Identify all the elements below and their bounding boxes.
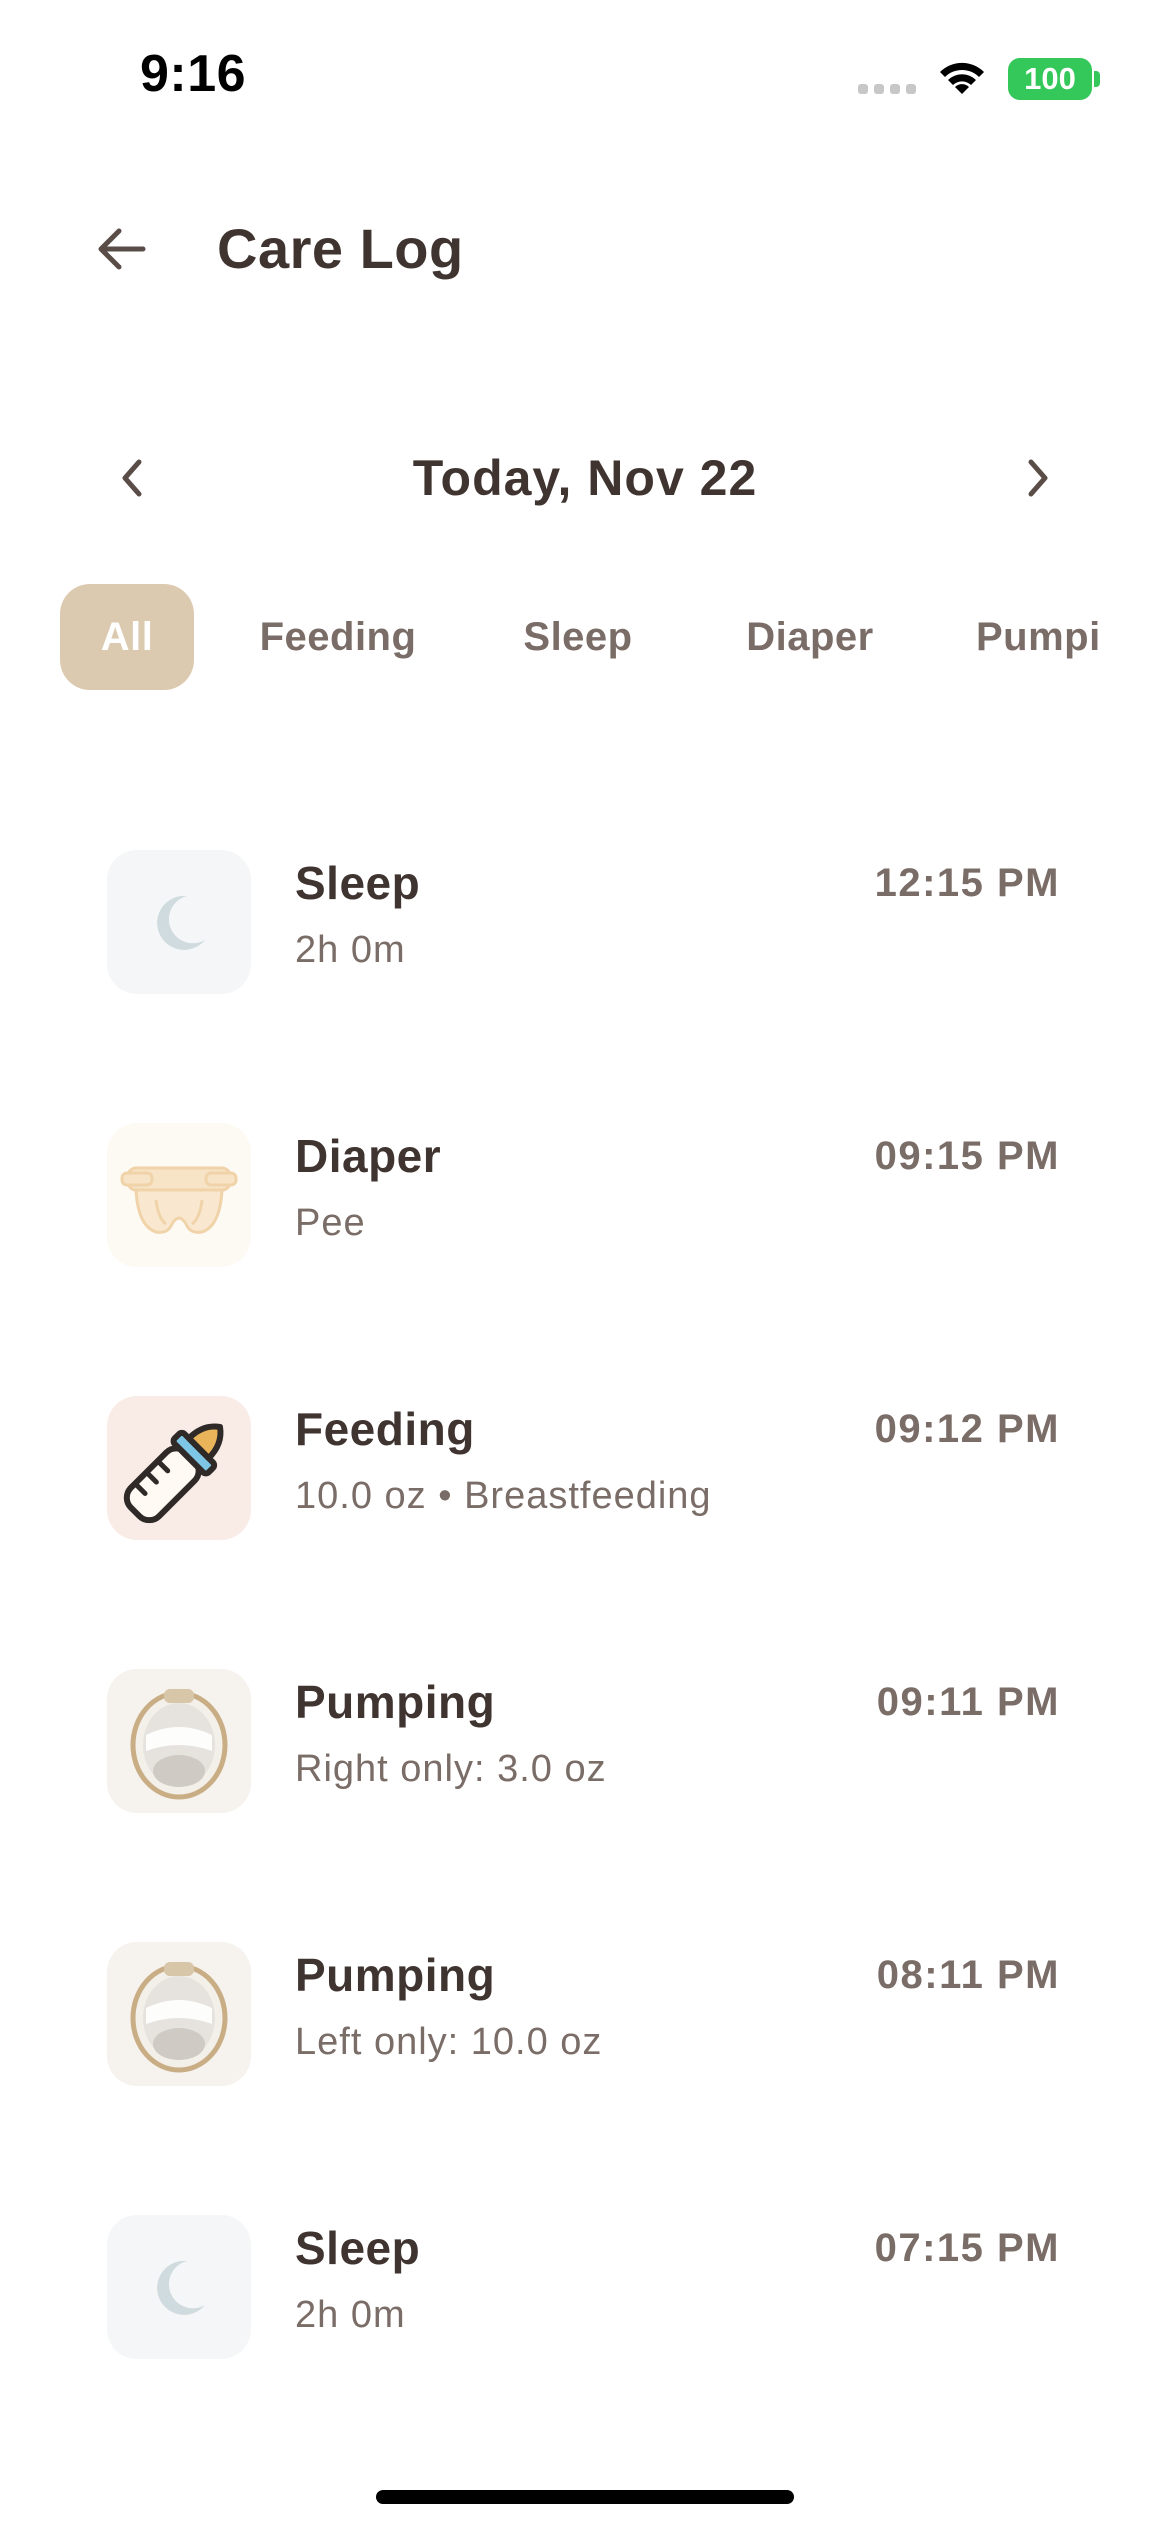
battery-tip [1094,71,1100,87]
log-title: Sleep [295,857,421,909]
filter-tab-diaper[interactable]: Diaper [732,584,888,690]
log-item[interactable]: Diaper Pee 09:15 PM [0,1117,1170,1267]
arrow-left-icon [98,228,146,270]
log-detail: 10.0 oz • Breastfeeding [295,1475,712,1517]
wifi-icon [940,62,984,94]
previous-day-button[interactable] [98,444,166,512]
log-title: Diaper [295,1130,442,1182]
log-detail: Right only: 3.0 oz [295,1748,607,1790]
log-time: 09:12 PM [874,1407,1060,1451]
log-icon-container [107,1669,251,1813]
log-icon-container [107,850,251,994]
date-navigator: Today, Nov 22 [0,440,1170,516]
moon-icon [157,2260,205,2315]
date-label: Today, Nov 22 [412,450,758,506]
breast-pump-icon [130,1689,228,1800]
log-time: 08:11 PM [876,1953,1060,1997]
log-time: 12:15 PM [874,861,1060,905]
chevron-right-icon [1028,459,1048,497]
moon-icon [157,895,205,950]
back-button[interactable] [86,214,156,284]
filter-tab-pumping[interactable]: Pumpi [966,584,1156,690]
log-item[interactable]: Feeding 10.0 oz • Breastfeeding 09:12 PM [0,1390,1170,1540]
filter-tab-sleep[interactable]: Sleep [508,584,648,690]
battery-icon: 100 [1008,58,1092,100]
log-icon-container [107,1942,251,2086]
breast-pump-icon [130,1962,228,2073]
log-icon-container [107,1123,251,1267]
log-time: 09:15 PM [874,1134,1060,1178]
log-icon-container [107,2215,251,2359]
log-detail: Left only: 10.0 oz [295,2021,603,2063]
home-indicator [376,2490,794,2504]
page-title: Care Log [217,217,464,280]
log-icon-container [107,1396,251,1540]
bottle-icon [123,1423,224,1524]
log-item[interactable]: Sleep 2h 0m 12:15 PM [0,844,1170,994]
next-day-button[interactable] [1004,444,1072,512]
filter-tab-feeding[interactable]: Feeding [250,584,426,690]
log-title: Pumping [295,1676,496,1728]
diaper-icon [120,1166,238,1234]
log-title: Sleep [295,2222,421,2274]
log-detail: 2h 0m [295,929,406,971]
log-detail: 2h 0m [295,2294,406,2336]
log-item[interactable]: Sleep 2h 0m 07:15 PM [0,2209,1170,2359]
log-title: Pumping [295,1949,496,2001]
log-item[interactable]: Pumping Left only: 10.0 oz 08:11 PM [0,1936,1170,2086]
status-time: 9:16 [140,45,247,103]
filter-tabs: All Feeding Sleep Diaper Pumpi [0,584,1170,690]
log-time: 07:15 PM [874,2226,1060,2270]
chevron-left-icon [122,459,142,497]
cellular-signal-icon [858,84,916,94]
status-bar: 9:16 100 [0,0,1170,150]
log-time: 09:11 PM [876,1680,1060,1724]
log-item[interactable]: Pumping Right only: 3.0 oz 09:11 PM [0,1663,1170,1813]
log-title: Feeding [295,1403,475,1455]
filter-tab-all[interactable]: All [60,584,194,690]
battery-level: 100 [1024,61,1076,96]
log-detail: Pee [295,1202,366,1244]
